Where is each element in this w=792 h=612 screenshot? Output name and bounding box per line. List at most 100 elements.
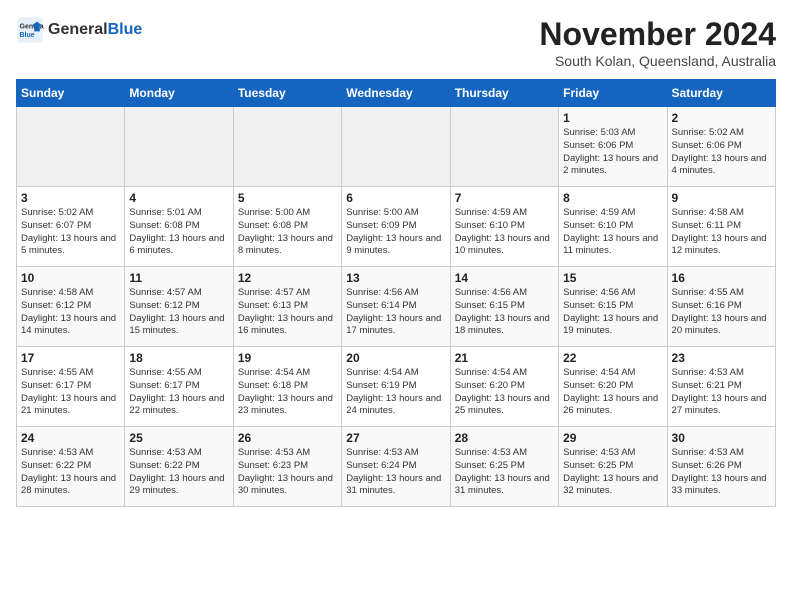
header: General Blue GeneralBlue November 2024 S… [16,16,776,69]
calendar-cell: 26 Sunrise: 4:53 AMSunset: 6:23 PMDayligh… [233,427,341,507]
day-number: 4 [129,191,228,205]
day-number: 24 [21,431,120,445]
day-number: 29 [563,431,662,445]
day-info: Sunrise: 4:53 AMSunset: 6:22 PMDaylight:… [21,447,120,498]
day-number: 25 [129,431,228,445]
calendar-cell [233,107,341,187]
calendar-cell [342,107,450,187]
day-number: 7 [455,191,554,205]
logo: General Blue GeneralBlue [16,16,142,44]
day-header-wednesday: Wednesday [342,80,450,107]
day-number: 3 [21,191,120,205]
calendar-cell: 1 Sunrise: 5:03 AMSunset: 6:06 PMDaylight… [559,107,667,187]
day-info: Sunrise: 4:59 AMSunset: 6:10 PMDaylight:… [455,207,554,258]
day-number: 19 [238,351,337,365]
calendar-cell: 5 Sunrise: 5:00 AMSunset: 6:08 PMDaylight… [233,187,341,267]
day-info: Sunrise: 4:53 AMSunset: 6:25 PMDaylight:… [455,447,554,498]
calendar-cell [450,107,558,187]
calendar-cell: 29 Sunrise: 4:53 AMSunset: 6:25 PMDayligh… [559,427,667,507]
day-info: Sunrise: 4:54 AMSunset: 6:18 PMDaylight:… [238,367,337,418]
day-header-monday: Monday [125,80,233,107]
calendar-cell: 25 Sunrise: 4:53 AMSunset: 6:22 PMDayligh… [125,427,233,507]
calendar-cell: 28Sunrise: 4:53 AMSunset: 6:25 PMDayligh… [450,427,558,507]
calendar-cell: 16Sunrise: 4:55 AMSunset: 6:16 PMDayligh… [667,267,775,347]
day-number: 15 [563,271,662,285]
day-number: 23 [672,351,771,365]
day-number: 17 [21,351,120,365]
calendar-cell: 6Sunrise: 5:00 AMSunset: 6:09 PMDaylight… [342,187,450,267]
day-info: Sunrise: 4:54 AMSunset: 6:20 PMDaylight:… [563,367,662,418]
calendar-week-3: 10Sunrise: 4:58 AMSunset: 6:12 PMDayligh… [17,267,776,347]
day-info: Sunrise: 4:53 AMSunset: 6:23 PMDaylight:… [238,447,337,498]
day-number: 26 [238,431,337,445]
day-header-saturday: Saturday [667,80,775,107]
day-number: 1 [563,111,662,125]
calendar-cell: 8 Sunrise: 4:59 AMSunset: 6:10 PMDaylight… [559,187,667,267]
day-info: Sunrise: 5:00 AMSunset: 6:08 PMDaylight:… [238,207,337,258]
day-info: Sunrise: 4:53 AMSunset: 6:24 PMDaylight:… [346,447,445,498]
calendar-week-4: 17 Sunrise: 4:55 AMSunset: 6:17 PMDayligh… [17,347,776,427]
day-info: Sunrise: 4:53 AMSunset: 6:22 PMDaylight:… [129,447,228,498]
day-number: 5 [238,191,337,205]
calendar-cell: 3 Sunrise: 5:02 AMSunset: 6:07 PMDaylight… [17,187,125,267]
day-number: 14 [455,271,554,285]
day-info: Sunrise: 4:53 AMSunset: 6:21 PMDaylight:… [672,367,771,418]
day-number: 21 [455,351,554,365]
day-number: 12 [238,271,337,285]
calendar-cell: 30Sunrise: 4:53 AMSunset: 6:26 PMDayligh… [667,427,775,507]
calendar-cell: 14 Sunrise: 4:56 AMSunset: 6:15 PMDayligh… [450,267,558,347]
day-info: Sunrise: 4:55 AMSunset: 6:16 PMDaylight:… [672,287,771,338]
calendar-cell: 9 Sunrise: 4:58 AMSunset: 6:11 PMDaylight… [667,187,775,267]
day-number: 9 [672,191,771,205]
day-info: Sunrise: 4:53 AMSunset: 6:25 PMDaylight:… [563,447,662,498]
calendar-cell: 15 Sunrise: 4:56 AMSunset: 6:15 PMDayligh… [559,267,667,347]
month-title: November 2024 [539,16,776,53]
calendar-cell: 24 Sunrise: 4:53 AMSunset: 6:22 PMDayligh… [17,427,125,507]
calendar-table: SundayMondayTuesdayWednesdayThursdayFrid… [16,79,776,507]
svg-text:Blue: Blue [20,32,35,39]
day-info: Sunrise: 4:55 AMSunset: 6:17 PMDaylight:… [129,367,228,418]
day-number: 11 [129,271,228,285]
calendar-cell: 21 Sunrise: 4:54 AMSunset: 6:20 PMDayligh… [450,347,558,427]
calendar-cell: 4 Sunrise: 5:01 AMSunset: 6:08 PMDaylight… [125,187,233,267]
day-info: Sunrise: 5:01 AMSunset: 6:08 PMDaylight:… [129,207,228,258]
calendar-cell: 13 Sunrise: 4:56 AMSunset: 6:14 PMDayligh… [342,267,450,347]
calendar-cell: 2 Sunrise: 5:02 AMSunset: 6:06 PMDaylight… [667,107,775,187]
day-info: Sunrise: 4:59 AMSunset: 6:10 PMDaylight:… [563,207,662,258]
day-number: 8 [563,191,662,205]
day-info: Sunrise: 4:56 AMSunset: 6:15 PMDaylight:… [455,287,554,338]
day-info: Sunrise: 4:54 AMSunset: 6:20 PMDaylight:… [455,367,554,418]
calendar-cell: 18 Sunrise: 4:55 AMSunset: 6:17 PMDayligh… [125,347,233,427]
logo-blue: Blue [108,21,143,39]
calendar-cell: 17 Sunrise: 4:55 AMSunset: 6:17 PMDayligh… [17,347,125,427]
calendar-week-2: 3 Sunrise: 5:02 AMSunset: 6:07 PMDaylight… [17,187,776,267]
day-info: Sunrise: 4:58 AMSunset: 6:11 PMDaylight:… [672,207,771,258]
day-info: Sunrise: 4:58 AMSunset: 6:12 PMDaylight:… [21,287,120,338]
calendar-cell: 7 Sunrise: 4:59 AMSunset: 6:10 PMDaylight… [450,187,558,267]
day-info: Sunrise: 4:56 AMSunset: 6:15 PMDaylight:… [563,287,662,338]
calendar-cell [17,107,125,187]
title-area: November 2024 South Kolan, Queensland, A… [539,16,776,69]
day-info: Sunrise: 4:57 AMSunset: 6:12 PMDaylight:… [129,287,228,338]
calendar-cell: 12Sunrise: 4:57 AMSunset: 6:13 PMDayligh… [233,267,341,347]
calendar-cell: 10Sunrise: 4:58 AMSunset: 6:12 PMDayligh… [17,267,125,347]
day-info: Sunrise: 4:53 AMSunset: 6:26 PMDaylight:… [672,447,771,498]
day-info: Sunrise: 4:55 AMSunset: 6:17 PMDaylight:… [21,367,120,418]
calendar-week-1: 1 Sunrise: 5:03 AMSunset: 6:06 PMDaylight… [17,107,776,187]
day-number: 18 [129,351,228,365]
calendar-cell: 27Sunrise: 4:53 AMSunset: 6:24 PMDayligh… [342,427,450,507]
day-number: 6 [346,191,445,205]
calendar-cell: 22Sunrise: 4:54 AMSunset: 6:20 PMDayligh… [559,347,667,427]
day-info: Sunrise: 5:02 AMSunset: 6:07 PMDaylight:… [21,207,120,258]
day-number: 13 [346,271,445,285]
day-info: Sunrise: 5:03 AMSunset: 6:06 PMDaylight:… [563,127,662,178]
day-header-tuesday: Tuesday [233,80,341,107]
day-number: 2 [672,111,771,125]
day-header-sunday: Sunday [17,80,125,107]
day-info: Sunrise: 5:02 AMSunset: 6:06 PMDaylight:… [672,127,771,178]
subtitle: South Kolan, Queensland, Australia [539,53,776,69]
day-header-thursday: Thursday [450,80,558,107]
calendar-week-5: 24 Sunrise: 4:53 AMSunset: 6:22 PMDayligh… [17,427,776,507]
day-info: Sunrise: 4:56 AMSunset: 6:14 PMDaylight:… [346,287,445,338]
logo-general: General [48,21,108,39]
